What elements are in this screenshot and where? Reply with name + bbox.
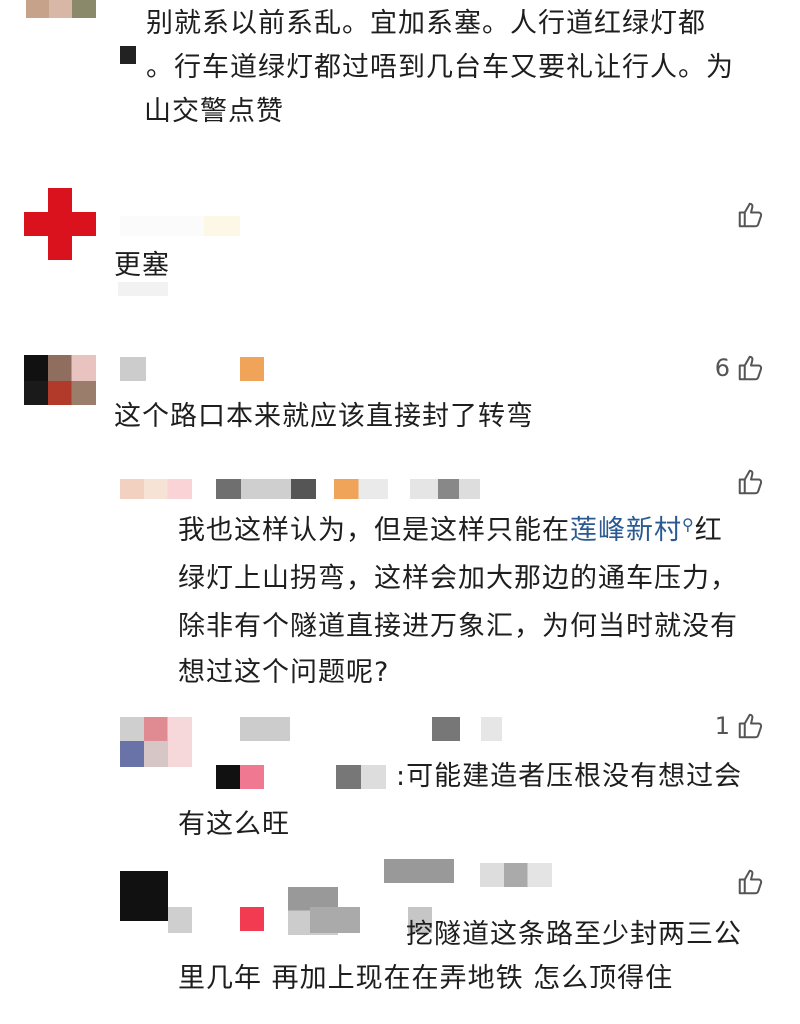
reply-3: 挖隧道这条路至少封两三公 里几年 再加上现在在弄地铁 怎么顶得住 [0, 855, 800, 1024]
reply-text-line: 绿灯上山拐弯，这样会加大那边的通车压力， [178, 563, 738, 594]
like-button[interactable]: 1 [715, 711, 766, 741]
search-icon[interactable]: ⚲ [682, 515, 695, 534]
username-pixelated [384, 859, 454, 883]
thumbs-up-icon [738, 869, 763, 895]
comment-3: 6 这个路口本来就应该直接封了转弯 [0, 345, 800, 445]
username-pixelated[interactable] [216, 479, 316, 499]
comment-text-line: 山交警点赞 [144, 96, 284, 127]
avatar-lower [24, 381, 96, 405]
like-count: 1 [714, 712, 730, 740]
like-button[interactable]: 6 [715, 353, 766, 383]
comment-2: 更塞 [0, 180, 800, 300]
location-link[interactable]: 莲峰新村 [570, 515, 682, 546]
like-count: 6 [714, 354, 730, 382]
username-pixelated [334, 479, 388, 499]
mention-pixelated [336, 765, 386, 789]
like-button[interactable] [730, 467, 766, 497]
thumbs-up-icon [738, 355, 763, 381]
username-pixelated [240, 357, 264, 381]
reply-text-line: 我也这样认为，但是这样只能在莲峰新村⚲红 [178, 507, 723, 554]
avatar-red-cross[interactable] [24, 188, 96, 260]
reply-text-line: 想过这个问题呢? [178, 657, 390, 688]
username-pixelated [480, 863, 552, 887]
username-pixelated [432, 717, 502, 741]
comment-text-line: 。行车道绿灯都过唔到几台车又要礼让行人。为 [118, 52, 734, 83]
reply-2: 1 :可能建造者压根没有想过会 有这么旺 [0, 705, 800, 845]
reply-text-line: 有这么旺 [178, 809, 290, 840]
like-button[interactable] [730, 867, 766, 897]
thumbs-up-icon [738, 202, 763, 228]
reply-text-line: 除非有个隧道直接进万象汇，为何当时就没有 [178, 611, 738, 642]
reply-text-post: 红 [694, 515, 723, 546]
reply-text-line: :可能建造者压根没有想过会 [396, 761, 743, 792]
avatar[interactable] [26, 0, 96, 18]
comment-1: 别就系以前系乱。宜加系塞。人行道红绿灯都 。行车道绿灯都过唔到几台车又要礼让行人… [0, 0, 800, 130]
username-pixelated [310, 907, 360, 933]
like-button[interactable] [730, 200, 766, 230]
comment-text: 这个路口本来就应该直接封了转弯 [114, 401, 534, 432]
avatar-lower [120, 741, 168, 767]
reply-text-line: 挖隧道这条路至少封两三公 [406, 919, 742, 950]
pixelated-block [118, 282, 168, 296]
reply-text-pre: 我也这样认为，但是这样只能在 [178, 515, 570, 546]
avatar[interactable] [120, 479, 192, 499]
cross-horizontal [24, 212, 96, 236]
username-pixelated[interactable] [120, 216, 240, 236]
thumbs-up-icon [738, 469, 763, 495]
username-pixelated[interactable] [240, 717, 290, 741]
avatar[interactable] [120, 871, 168, 921]
avatar-lower [168, 907, 192, 933]
mention-pixelated[interactable] [216, 765, 264, 789]
thumbs-up-icon [738, 713, 763, 739]
reply-text-line: 里几年 再加上现在在弄地铁 怎么顶得住 [178, 963, 674, 994]
reply-1: 我也这样认为，但是这样只能在莲峰新村⚲红 绿灯上山拐弯，这样会加大那边的通车压力… [0, 465, 800, 695]
username-pixelated[interactable] [120, 357, 146, 381]
username-pixelated [240, 907, 264, 931]
username-pixelated [410, 479, 480, 499]
comment-text-line: 别就系以前系乱。宜加系塞。人行道红绿灯都 [118, 8, 706, 39]
